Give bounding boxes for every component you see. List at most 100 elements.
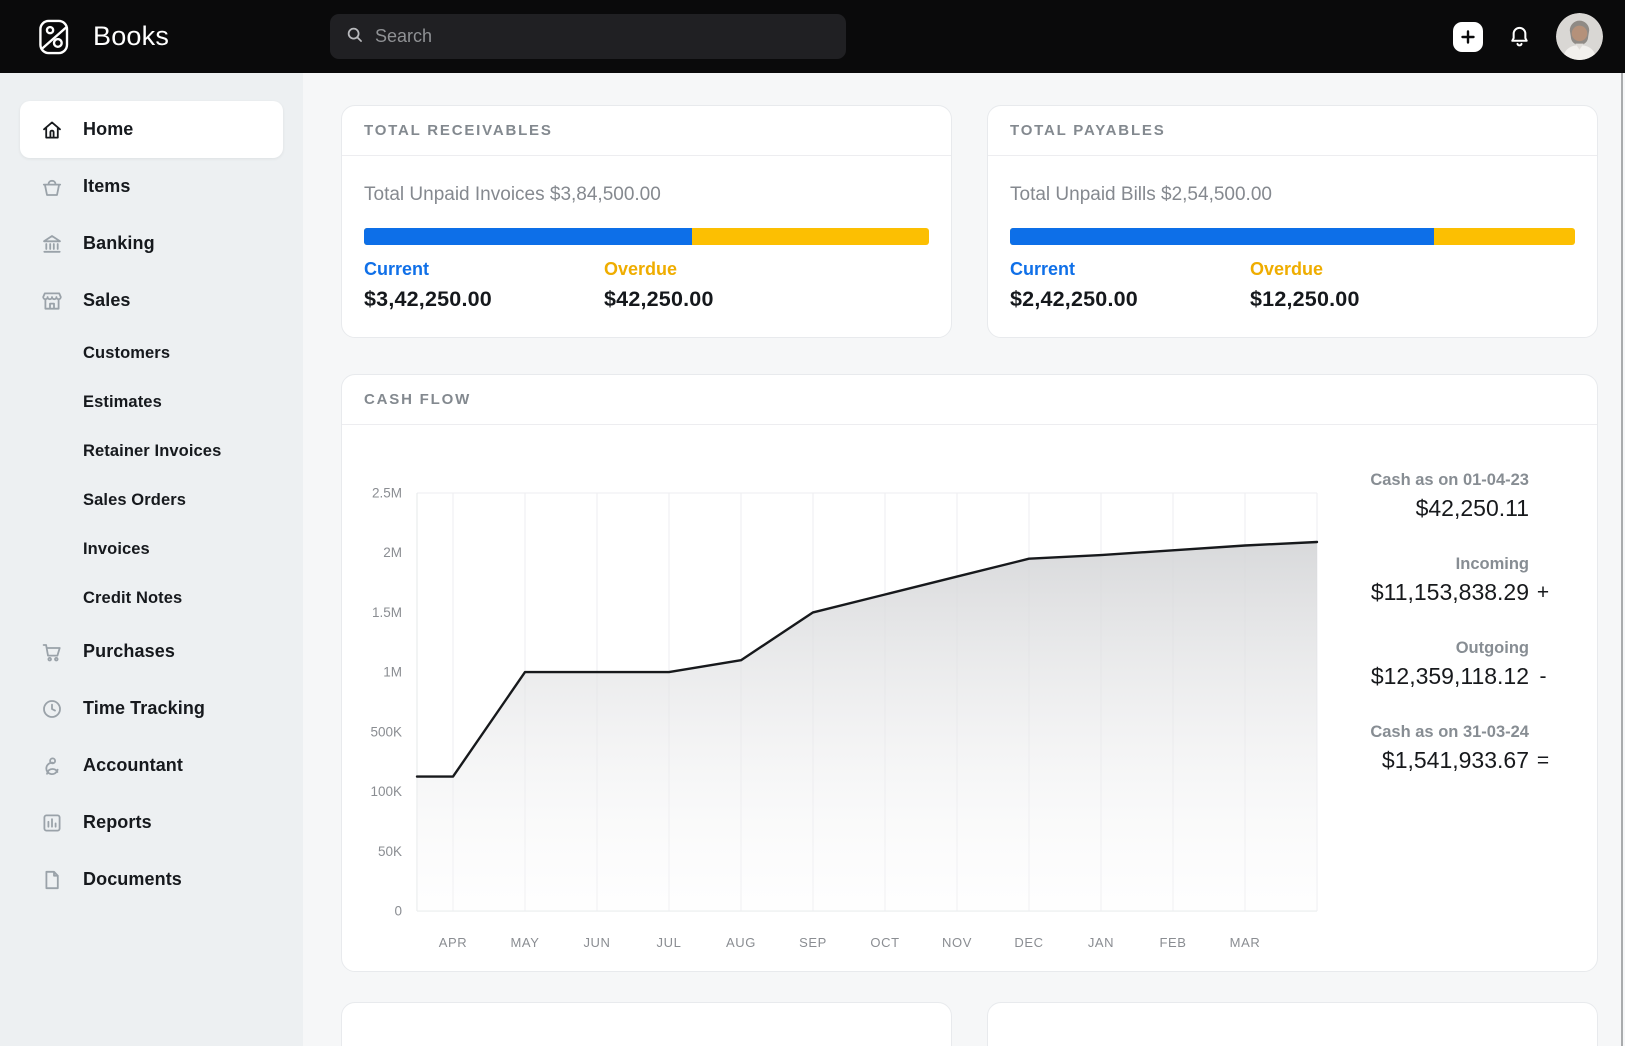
cash-flow-title: CASH FLOW: [364, 391, 471, 408]
sidebar-item-accountant[interactable]: Accountant: [20, 737, 283, 794]
svg-text:1M: 1M: [383, 665, 402, 680]
payables-overdue-label: Overdue: [1250, 259, 1360, 280]
cash-flow-stat-incoming: Incoming$11,153,838.29+: [1267, 555, 1557, 606]
cart-icon: [40, 640, 64, 664]
payables-current-label: Current: [1010, 259, 1250, 280]
bank-icon: [40, 232, 64, 256]
sidebar-item-documents[interactable]: Documents: [20, 851, 283, 908]
sidebar-item-label: Items: [83, 176, 131, 197]
add-new-button[interactable]: [1453, 22, 1483, 52]
user-avatar[interactable]: [1556, 13, 1603, 60]
receivables-current-amount: $3,42,250.00: [364, 287, 604, 312]
sidebar-item-items[interactable]: Items: [20, 158, 283, 215]
receivables-current-label: Current: [364, 259, 604, 280]
report-icon: [40, 811, 64, 835]
stat-operator: +: [1529, 581, 1557, 605]
svg-text:500K: 500K: [370, 724, 402, 739]
svg-text:AUG: AUG: [726, 935, 756, 950]
sidebar-item-label: Sales Orders: [83, 491, 186, 510]
svg-text:JAN: JAN: [1088, 935, 1114, 950]
stat-value: $11,153,838.29+: [1267, 579, 1557, 606]
top-bar: Books: [0, 0, 1625, 73]
search-bar[interactable]: [330, 14, 846, 59]
app-logo: Books: [0, 15, 303, 59]
stat-label: Outgoing: [1267, 639, 1557, 658]
cash-flow-header: CASH FLOW: [342, 375, 1597, 425]
svg-text:SEP: SEP: [799, 935, 827, 950]
total-payables-card: TOTAL PAYABLES Total Unpaid Bills $2,54,…: [987, 105, 1598, 338]
header-actions: [1453, 0, 1625, 73]
home-icon: [40, 118, 64, 142]
receivables-progress-bar: [364, 228, 929, 245]
sidebar-item-sales-orders[interactable]: Sales Orders: [20, 476, 283, 525]
cash-flow-stat-outgoing: Outgoing $12,359,118.12-: [1267, 639, 1557, 690]
svg-text:MAR: MAR: [1230, 935, 1261, 950]
stat-operator: =: [1529, 749, 1557, 773]
sidebar-item-home[interactable]: Home: [20, 101, 283, 158]
receivables-overdue-amount: $42,250.00: [604, 287, 714, 312]
cash-flow-card: CASH FLOW 050K100K500K1M1.5M2M2.5MAPRMAY…: [341, 374, 1598, 972]
sidebar-item-retainer-invoices[interactable]: Retainer Invoices: [20, 427, 283, 476]
svg-text:JUN: JUN: [583, 935, 610, 950]
stat-label: Cash as on 01-04-23: [1267, 471, 1557, 490]
svg-text:FEB: FEB: [1159, 935, 1186, 950]
payables-current-amount: $2,42,250.00: [1010, 287, 1250, 312]
sidebar-item-estimates[interactable]: Estimates: [20, 378, 283, 427]
stat-operator: -: [1529, 665, 1557, 689]
sidebar-item-sales[interactable]: Sales: [20, 272, 283, 329]
svg-text:APR: APR: [439, 935, 468, 950]
app-window: Books: [0, 0, 1625, 1046]
sidebar-item-reports[interactable]: Reports: [20, 794, 283, 851]
notifications-bell-icon[interactable]: [1506, 23, 1533, 50]
dashboard: TOTAL RECEIVABLES Total Unpaid Invoices …: [303, 73, 1625, 1046]
total-receivables-header: TOTAL RECEIVABLES: [342, 106, 951, 156]
svg-text:OCT: OCT: [870, 935, 899, 950]
scrollbar[interactable]: [1621, 73, 1623, 1046]
stat-value: $1,541,933.67=: [1267, 747, 1557, 774]
sidebar-item-label: Credit Notes: [83, 589, 182, 608]
sidebar: Home Items BankingSalesCustomersEstimates R…: [0, 73, 303, 1046]
sidebar-item-label: Accountant: [83, 755, 183, 776]
svg-text:2.5M: 2.5M: [372, 486, 402, 501]
svg-text:DEC: DEC: [1014, 935, 1043, 950]
stat-value: $42,250.11: [1267, 495, 1557, 522]
cash-flow-chart: 050K100K500K1M1.5M2M2.5MAPRMAYJUNJULAUGS…: [362, 459, 1322, 959]
sidebar-item-label: Retainer Invoices: [83, 442, 221, 461]
search-icon: [344, 24, 365, 50]
sidebar-item-label: Reports: [83, 812, 152, 833]
sidebar-item-label: Time Tracking: [83, 698, 205, 719]
stat-value: $12,359,118.12-: [1267, 663, 1557, 690]
svg-text:0: 0: [394, 904, 402, 919]
person-icon: [40, 754, 64, 778]
total-receivables-title: TOTAL RECEIVABLES: [364, 122, 553, 139]
cash-flow-stat-cash-as-on-01-04-23: Cash as on 01-04-23 $42,250.11: [1267, 471, 1557, 522]
search-input[interactable]: [375, 26, 832, 47]
receivables-overdue-label: Overdue: [604, 259, 714, 280]
sidebar-item-customers[interactable]: Customers: [20, 329, 283, 378]
sidebar-item-credit-notes[interactable]: Credit Notes: [20, 574, 283, 623]
app-title: Books: [93, 21, 169, 52]
payables-overdue-amount: $12,250.00: [1250, 287, 1360, 312]
total-payables-header: TOTAL PAYABLES: [988, 106, 1597, 156]
sidebar-item-purchases[interactable]: Purchases: [20, 623, 283, 680]
unpaid-invoices-summary: Total Unpaid Invoices $3,84,500.00: [364, 184, 929, 206]
receivables-current-segment: [364, 228, 692, 245]
sidebar-item-label: Documents: [83, 869, 182, 890]
storefront-icon: [40, 289, 64, 313]
unpaid-bills-summary: Total Unpaid Bills $2,54,500.00: [1010, 184, 1575, 206]
total-payables-title: TOTAL PAYABLES: [1010, 122, 1166, 139]
payables-current-segment: [1010, 228, 1434, 245]
sidebar-item-label: Invoices: [83, 540, 150, 559]
svg-text:1.5M: 1.5M: [372, 605, 402, 620]
income-and-expense-card: INCOME AND EXPENSE: [341, 1002, 952, 1046]
sidebar-item-time-tracking[interactable]: Time Tracking: [20, 680, 283, 737]
document-icon: [40, 868, 64, 892]
svg-text:MAY: MAY: [510, 935, 539, 950]
cash-flow-stat-cash-as-on-31-03-24: Cash as on 31-03-24$1,541,933.67=: [1267, 723, 1557, 774]
summary-cards-row: TOTAL RECEIVABLES Total Unpaid Invoices …: [341, 105, 1598, 338]
books-logo-icon: [33, 15, 79, 59]
sidebar-item-banking[interactable]: Banking: [20, 215, 283, 272]
sidebar-item-invoices[interactable]: Invoices: [20, 525, 283, 574]
svg-text:2M: 2M: [383, 545, 402, 560]
sidebar-item-label: Purchases: [83, 641, 175, 662]
